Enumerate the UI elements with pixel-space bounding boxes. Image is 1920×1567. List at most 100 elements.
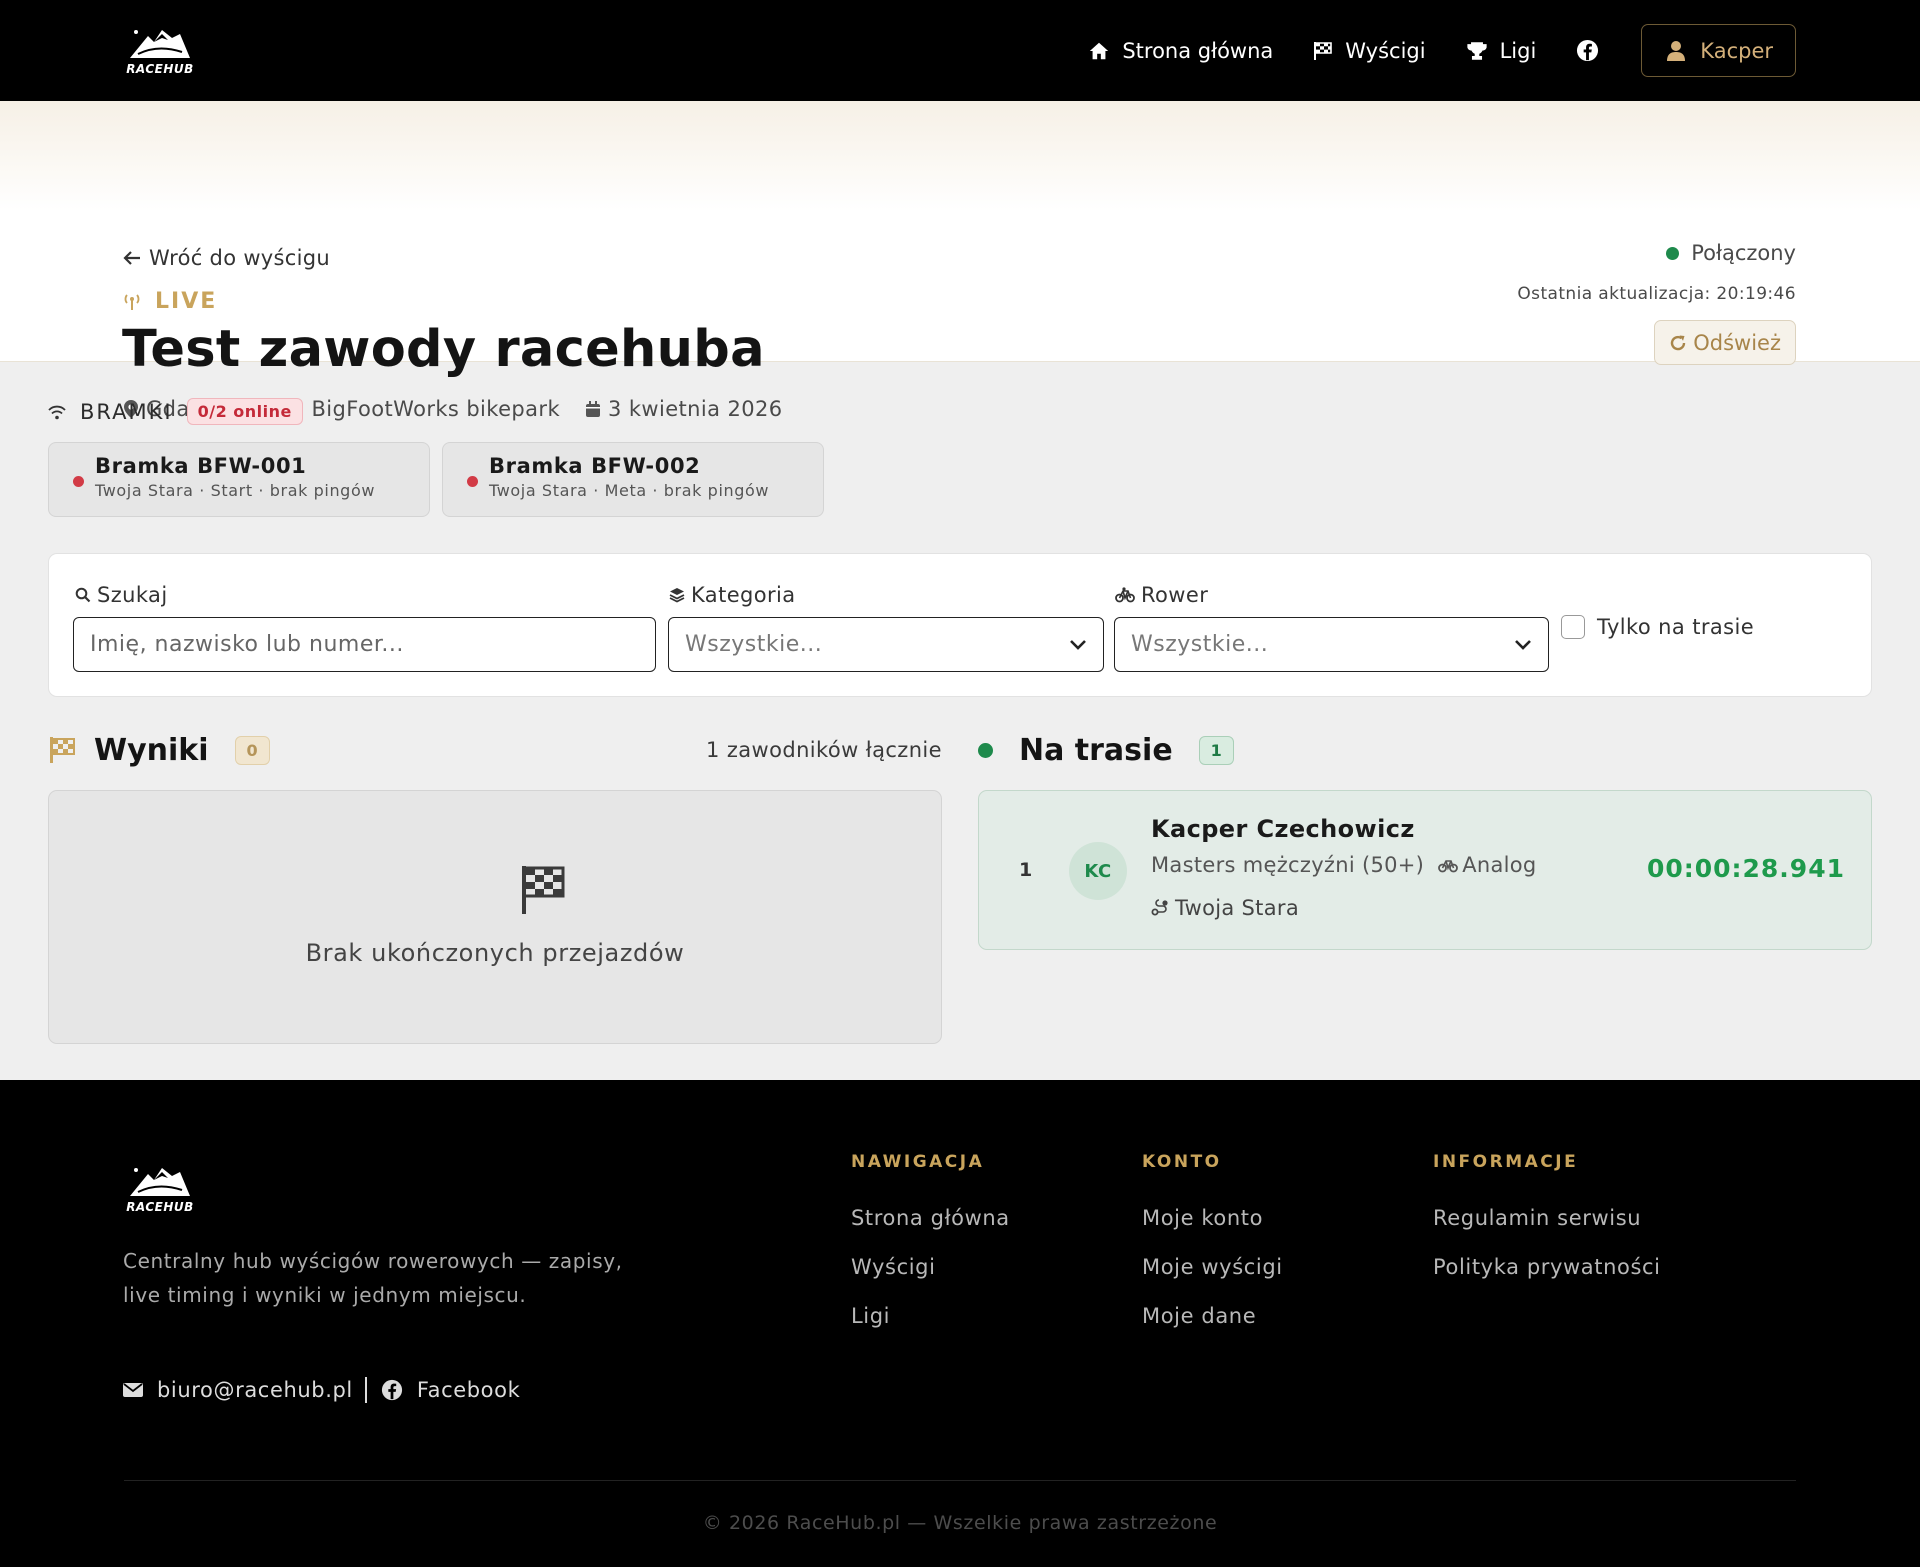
nav-link-label: Wyścigi xyxy=(1345,38,1426,63)
footer-contact: biuro@racehub.pl Facebook xyxy=(123,1377,520,1403)
facebook-link[interactable] xyxy=(1576,39,1599,62)
home-icon xyxy=(1090,42,1109,59)
rider-avatar: KC xyxy=(1069,842,1127,900)
on-track-count-badge: 1 xyxy=(1198,735,1234,765)
footer-logo-wordmark: RACEHUB xyxy=(126,1200,194,1214)
bicycle-icon xyxy=(1438,859,1459,872)
footer-link[interactable]: Regulamin serwisu xyxy=(1433,1194,1661,1243)
nav-link-label: Strona główna xyxy=(1122,38,1274,63)
gate-card[interactable]: Bramka BFW-002 Twoja Stara · Meta · brak… xyxy=(442,442,824,517)
connection-label: Połączony xyxy=(1691,241,1796,265)
bike-select[interactable]: Wszystkie... xyxy=(1114,617,1549,672)
rider-category-line: Masters mężczyźni (50+) Analog xyxy=(1151,853,1537,877)
chevron-down-icon xyxy=(1070,639,1086,650)
nav-links: Strona główna Wyścigi Ligi Kacper xyxy=(1088,24,1796,77)
filters-panel: Szukaj Kategoria Wszystkie... Rower Wszy… xyxy=(48,553,1872,697)
bike-select-value: Wszystkie... xyxy=(1131,632,1269,657)
contact-divider xyxy=(364,1377,367,1403)
live-indicator: LIVE xyxy=(123,289,217,314)
top-navbar: RACEHUB Strona główna Wyścigi Ligi Kacpe… xyxy=(0,0,1920,101)
footer-link[interactable]: Ligi xyxy=(851,1292,1010,1341)
results-empty-state: Brak ukończonych przejazdów xyxy=(48,790,942,1044)
footer-description: Centralny hub wyścigów rowerowych — zapi… xyxy=(123,1249,623,1307)
refresh-button[interactable]: Odśwież xyxy=(1654,320,1796,365)
trophy-icon xyxy=(1466,41,1487,60)
only-on-track-checkbox[interactable]: Tylko na trasie xyxy=(1561,615,1754,639)
refresh-icon xyxy=(1671,335,1686,350)
on-track-dot xyxy=(978,742,993,758)
mountain-logo-icon xyxy=(130,30,190,58)
rider-category: Masters mężczyźni (50+) xyxy=(1151,853,1425,877)
user-name: Kacper xyxy=(1700,38,1773,63)
user-account-button[interactable]: Kacper xyxy=(1641,24,1796,77)
footer-column-information: INFORMACJE Regulamin serwisu Polityka pr… xyxy=(1433,1152,1661,1292)
flag-checkered-icon xyxy=(1314,41,1333,60)
gate-name: Bramka BFW-002 xyxy=(489,454,701,478)
facebook-icon xyxy=(1577,39,1599,62)
footer-column-heading: INFORMACJE xyxy=(1433,1152,1579,1172)
nav-link-races[interactable]: Wyścigi xyxy=(1313,38,1426,63)
footer-column-heading: KONTO xyxy=(1142,1152,1222,1172)
bike-label: Rower xyxy=(1115,583,1208,607)
gate-details: Twoja Stara · Start · brak pingów xyxy=(95,481,376,500)
search-label-text: Szukaj xyxy=(97,583,168,607)
back-link-label: Wróć do wyścigu xyxy=(149,246,330,270)
results-total: 1 zawodników łącznie xyxy=(705,738,942,762)
on-track-title: Na trasie xyxy=(1019,732,1173,768)
footer-link[interactable]: Wyścigi xyxy=(851,1243,1010,1292)
route-icon xyxy=(1151,899,1168,916)
footer-facebook-link[interactable]: Facebook xyxy=(417,1378,520,1402)
refresh-label: Odśwież xyxy=(1693,330,1781,355)
bike-label-text: Rower xyxy=(1141,583,1209,607)
facebook-icon xyxy=(381,1379,402,1401)
footer-divider xyxy=(124,1480,1796,1481)
footer-column-heading: NAWIGACJA xyxy=(851,1152,985,1172)
on-track-header: Na trasie 1 xyxy=(978,730,1234,770)
logo-wordmark: RACEHUB xyxy=(126,62,194,76)
gates-online-badge: 0/2 online xyxy=(186,398,303,425)
on-track-rider-card[interactable]: 1 KC Kacper Czechowicz Masters mężczyźni… xyxy=(978,790,1872,950)
live-label: LIVE xyxy=(155,289,218,314)
footer-link[interactable]: Strona główna xyxy=(851,1194,1010,1243)
footer-link[interactable]: Polityka prywatności xyxy=(1433,1243,1661,1292)
broadcast-tower-icon xyxy=(124,293,140,310)
layers-icon xyxy=(669,588,685,603)
connection-dot xyxy=(1666,246,1680,260)
footer-link[interactable]: Moje wyścigi xyxy=(1142,1243,1283,1292)
checkbox-box[interactable] xyxy=(1561,615,1585,639)
connection-status: Połączony xyxy=(1666,241,1796,265)
search-input[interactable] xyxy=(73,617,656,672)
calendar-icon xyxy=(586,401,601,417)
gate-details: Twoja Stara · Meta · brak pingów xyxy=(489,481,770,500)
footer-link[interactable]: Moje dane xyxy=(1142,1292,1283,1341)
gate-card[interactable]: Bramka BFW-001 Twoja Stara · Start · bra… xyxy=(48,442,430,517)
category-select[interactable]: Wszystkie... xyxy=(668,617,1104,672)
wifi-icon xyxy=(48,405,66,419)
results-header: Wyniki 0 1 zawodników łącznie xyxy=(48,730,942,770)
footer-email-link[interactable]: biuro@racehub.pl xyxy=(157,1378,353,1402)
chevron-down-icon xyxy=(1515,639,1531,650)
nav-link-leagues[interactable]: Ligi xyxy=(1466,39,1536,63)
envelope-icon xyxy=(123,1383,143,1397)
empty-results-message: Brak ukończonych przejazdów xyxy=(305,939,685,967)
footer-column-account: KONTO Moje konto Moje wyścigi Moje dane xyxy=(1142,1152,1283,1341)
results-count-badge: 0 xyxy=(234,735,270,765)
flag-checkered-icon xyxy=(50,737,75,763)
rider-route-line: Twoja Stara xyxy=(1151,896,1299,920)
bicycle-icon xyxy=(1115,587,1135,603)
back-to-race-link[interactable]: Wróć do wyścigu xyxy=(123,246,330,270)
footer-copyright: © 2026 RaceHub.pl — Wszelkie prawa zastr… xyxy=(702,1512,1218,1534)
race-header: Wróć do wyścigu LIVE Test zawody racehub… xyxy=(0,101,1920,421)
flag-checkered-icon xyxy=(522,866,565,914)
gates-title: BRAMKI xyxy=(80,399,173,424)
nav-link-home[interactable]: Strona główna xyxy=(1088,39,1273,63)
last-update-text: Ostatnia aktualizacja: 20:19:46 xyxy=(1517,284,1796,304)
rider-position: 1 xyxy=(1019,859,1033,881)
mountain-logo-icon xyxy=(130,1168,190,1196)
search-label: Szukaj xyxy=(75,583,168,607)
rider-bike: Analog xyxy=(1462,853,1537,877)
racehub-logo[interactable]: RACEHUB xyxy=(124,24,196,76)
user-icon xyxy=(1667,40,1686,61)
footer-logo[interactable]: RACEHUB xyxy=(124,1162,196,1214)
footer-link[interactable]: Moje konto xyxy=(1142,1194,1283,1243)
